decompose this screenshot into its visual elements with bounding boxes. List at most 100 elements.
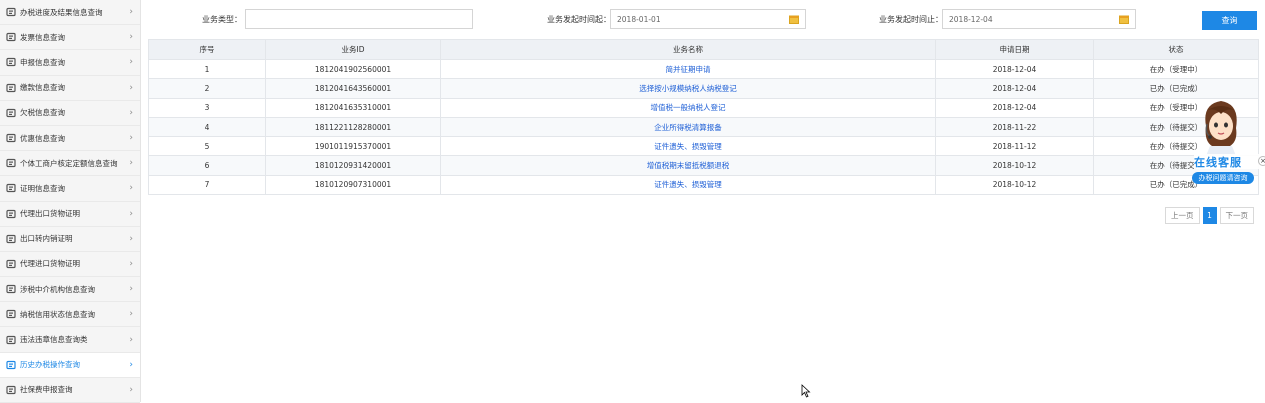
- service-avatar-icon: [1205, 101, 1237, 156]
- column-header: 业务ID: [265, 39, 441, 60]
- mouse-cursor-icon: [801, 384, 811, 398]
- chevron-right-icon: ›: [129, 359, 133, 370]
- business-name-link[interactable]: 选择按小规模纳税人纳税登记: [440, 78, 936, 99]
- sidebar-item[interactable]: 代理进口货物证明 ›: [0, 252, 140, 278]
- declare-icon: [6, 58, 16, 67]
- table-cell: 1811221128280001: [265, 116, 441, 138]
- discount-icon: [6, 133, 16, 143]
- end-date-value: 2018-12-04: [949, 14, 993, 24]
- business-type-label: 业务类型：: [202, 15, 242, 24]
- start-date-value: 2018-01-01: [617, 14, 661, 24]
- table-cell: 2018-10-12: [935, 155, 1094, 176]
- sidebar-item[interactable]: 发票信息查询 ›: [0, 25, 140, 51]
- chevron-right-icon: ›: [129, 233, 133, 244]
- column-header: 状态: [1093, 39, 1259, 60]
- business-name-link[interactable]: 增值税期末留抵税额退税: [440, 155, 936, 176]
- sidebar-item[interactable]: 欠税信息查询 ›: [0, 101, 140, 126]
- chevron-right-icon: ›: [129, 82, 133, 93]
- business-name-link[interactable]: 增值税一般纳税人登记: [440, 97, 936, 118]
- sidebar-item-label: 缴款信息查询: [20, 83, 65, 93]
- sidebar-item-label: 申报信息查询: [20, 57, 65, 67]
- sidebar-item[interactable]: 优惠信息查询 ›: [0, 126, 140, 152]
- sidebar-item-label: 个体工商户核定定额信息查询: [20, 158, 118, 168]
- results-table: 序号 业务ID 业务名称 申请日期 状态 1 1812041902560001 简并征期申请…: [148, 39, 1259, 196]
- service-subtitle[interactable]: 办税问题请咨询: [1192, 172, 1254, 184]
- close-icon[interactable]: ×: [1258, 156, 1265, 166]
- table-cell: 7: [148, 174, 266, 196]
- chevron-right-icon: ›: [129, 183, 133, 194]
- table-cell: 1810120907310001: [265, 174, 441, 196]
- table-row: 1 1812041902560001 简并征期申请 2018-12-04 在办（受理中）: [148, 58, 1259, 80]
- sidebar-item[interactable]: 证明信息查询 ›: [0, 176, 140, 202]
- current-page-button[interactable]: 1: [1202, 207, 1217, 224]
- table-row: 3 1812041635310001 增值税一般纳税人登记 2018-12-04 在办（…: [148, 97, 1259, 118]
- sidebar-item-label: 纳税信用状态信息查询: [20, 309, 95, 319]
- invoice-icon: [6, 33, 16, 42]
- user-icon: [6, 385, 16, 395]
- table-row: 6 1810120931420001 增值税期末留抵税额退税 2018-10-12 在办…: [148, 155, 1259, 176]
- sidebar-item[interactable]: 纳税信用状态信息查询 ›: [0, 302, 140, 328]
- table-cell: 1: [148, 58, 266, 80]
- table-cell: 1810120931420001: [265, 155, 441, 176]
- sidebar-item-label: 历史办税操作查询: [20, 360, 80, 370]
- table-cell: 2018-12-04: [935, 78, 1094, 99]
- table-row: 7 1810120907310001 证件遗失、损毁管理 2018-10-12 已办（已…: [148, 174, 1259, 196]
- sidebar-item[interactable]: 历史办税操作查询 ›: [0, 352, 140, 378]
- history-icon: [6, 360, 16, 369]
- sidebar-item-label: 社保费申报查询: [20, 385, 73, 395]
- business-name-link[interactable]: 证件遗失、损毁管理: [440, 136, 936, 157]
- certificate-icon: [6, 184, 16, 193]
- sidebar-item[interactable]: 个体工商户核定定额信息查询 ›: [0, 151, 140, 177]
- chevron-right-icon: ›: [129, 107, 133, 118]
- credit-icon: [6, 310, 16, 319]
- pagination: 上一页 1 下一页: [1165, 207, 1254, 224]
- start-date-input[interactable]: 2018-01-01: [610, 9, 806, 29]
- query-button[interactable]: 查询: [1202, 11, 1257, 30]
- calendar-icon[interactable]: [1119, 15, 1129, 24]
- column-header: 业务名称: [440, 39, 936, 60]
- sidebar-item[interactable]: 代理出口货物证明 ›: [0, 202, 140, 227]
- table-cell: 1812041635310001: [265, 97, 441, 118]
- sidebar-item[interactable]: 出口转内销证明 ›: [0, 227, 140, 252]
- next-page-button[interactable]: 下一页: [1219, 207, 1254, 224]
- table-cell: 1901011915370001: [265, 136, 441, 157]
- sidebar-item[interactable]: 涉税中介机构信息查询 ›: [0, 277, 140, 303]
- sidebar-item[interactable]: 缴款信息查询 ›: [0, 76, 140, 101]
- table-cell: 5: [148, 136, 266, 157]
- table-row: 4 1811221128280001 企业所得税清算报备 2018-11-22 在办（待…: [148, 116, 1259, 138]
- business-name-link[interactable]: 简并征期申请: [440, 58, 936, 80]
- end-date-label: 业务发起时间止：: [879, 15, 943, 24]
- business-name-link[interactable]: 企业所得税清算报备: [440, 116, 936, 138]
- certificate-icon: [6, 209, 16, 218]
- table-cell: 2018-11-22: [935, 116, 1094, 138]
- chevron-right-icon: ›: [129, 258, 133, 269]
- sidebar-item-label: 代理进口货物证明: [20, 259, 80, 269]
- sidebar-item-label: 发票信息查询: [20, 32, 65, 42]
- chevron-right-icon: ›: [129, 309, 133, 320]
- table-cell: 4: [148, 116, 266, 138]
- sidebar-item[interactable]: 社保费申报查询 ›: [0, 378, 140, 403]
- sidebar-item[interactable]: 办税进度及结果信息查询 ›: [0, 0, 140, 26]
- sidebar-item-label: 证明信息查询: [20, 183, 65, 193]
- service-title[interactable]: 在线客服: [1194, 154, 1260, 169]
- filter-bar: 业务类型： 业务发起时间起： 2018-01-01 业务发起时间止： 2018-…: [148, 9, 1258, 31]
- sidebar-item[interactable]: 违法违章信息查询类 ›: [0, 327, 140, 353]
- business-name-link[interactable]: 证件遗失、损毁管理: [440, 174, 936, 196]
- online-service-widget[interactable]: 在线客服 办税问题请咨询 ×: [1188, 96, 1265, 192]
- calendar-icon[interactable]: [789, 15, 799, 24]
- business-type-input[interactable]: [245, 9, 473, 29]
- chevron-right-icon: ›: [129, 284, 133, 295]
- sidebar-item-label: 涉税中介机构信息查询: [20, 284, 95, 294]
- chevron-right-icon: ›: [129, 334, 133, 345]
- chevron-right-icon: ›: [129, 7, 133, 18]
- prev-page-button[interactable]: 上一页: [1165, 207, 1200, 224]
- sidebar-item[interactable]: 申报信息查询 ›: [0, 50, 140, 76]
- table-cell: 1812041902560001: [265, 58, 441, 80]
- chevron-right-icon: ›: [129, 32, 133, 43]
- sidebar-item-label: 违法违章信息查询类: [20, 335, 88, 345]
- table-row: 2 1812041643560001 选择按小规模纳税人纳税登记 2018-12-04…: [148, 78, 1259, 99]
- end-date-input[interactable]: 2018-12-04: [942, 9, 1136, 29]
- sidebar-item-label: 办税进度及结果信息查询: [20, 7, 103, 17]
- table-cell: 1812041643560001: [265, 78, 441, 99]
- table-cell: 2018-12-04: [935, 97, 1094, 118]
